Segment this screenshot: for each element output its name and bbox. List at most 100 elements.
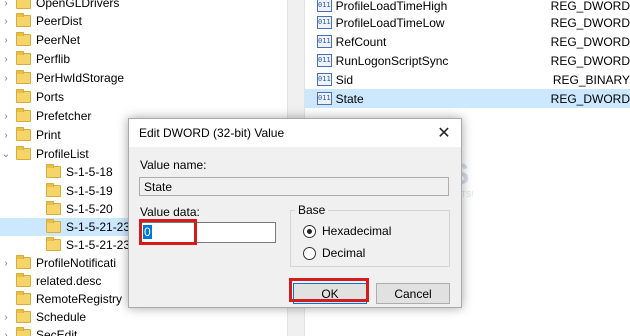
chevron-right-icon[interactable]: ›: [0, 31, 12, 49]
value-row[interactable]: 011 RefCount REG_DWORD: [305, 32, 630, 51]
folder-icon: [16, 291, 31, 305]
tree-item[interactable]: › SecEdit: [0, 326, 287, 336]
value-data-text: 0: [143, 225, 152, 239]
folder-icon: [46, 164, 61, 178]
tree-item-label: related.desc: [36, 274, 102, 288]
folder-icon: [16, 146, 31, 160]
value-name-label: Value name:: [140, 158, 207, 172]
folder-icon: [16, 70, 31, 84]
value-name: RunLogonScriptSync: [335, 53, 449, 68]
chevron-right-icon[interactable]: [0, 272, 12, 290]
tree-item-label: OpenGLDrivers: [36, 0, 120, 10]
value-row[interactable]: 011 RunLogonScriptSync REG_DWORD: [305, 51, 630, 70]
value-data-input[interactable]: 0: [140, 222, 276, 243]
value-type: REG_BINARY: [552, 72, 630, 87]
tree-item[interactable]: › PerHwIdStorage: [0, 69, 287, 87]
value-row[interactable]: 011 State REG_DWORD: [305, 89, 630, 108]
tree-item-label: Print: [36, 128, 61, 142]
value-data-label: Value data:: [140, 205, 200, 219]
chevron-right-icon[interactable]: ›: [0, 326, 12, 336]
value-name-text: State: [144, 180, 173, 194]
tree-item-label: SecEdit: [36, 328, 78, 336]
folder-icon: [46, 219, 61, 233]
tree-item[interactable]: › Perflib: [0, 50, 287, 68]
chevron-right-icon[interactable]: ›: [0, 50, 12, 68]
tree-item[interactable]: › PeerNet: [0, 31, 287, 49]
hexadecimal-radio[interactable]: [303, 225, 316, 238]
decimal-label[interactable]: Decimal: [322, 246, 365, 260]
chevron-down-icon[interactable]: ⌄: [0, 145, 12, 163]
value-name-field: State: [139, 177, 449, 196]
base-label: Base: [295, 203, 329, 217]
value-row[interactable]: 011 ProfileLoadTimeLow REG_DWORD: [305, 13, 630, 32]
tree-item-label: S-1-5-20: [66, 202, 113, 216]
value-type: REG_DWORD: [550, 15, 630, 30]
tree-item-label: PeerDist: [36, 14, 83, 28]
tree-item-label: ProfileNotificati: [36, 256, 117, 270]
chevron-right-icon[interactable]: ›: [0, 308, 12, 326]
folder-icon: [16, 327, 31, 336]
tree-item-label: Schedule: [36, 310, 87, 324]
chevron-right-icon[interactable]: ›: [0, 0, 12, 12]
value-type: REG_DWORD: [550, 91, 630, 106]
tree-item-label: S-1-5-18: [66, 165, 113, 179]
folder-icon: [16, 273, 31, 287]
tree-item-label: S-1-5-21-23: [66, 238, 131, 252]
close-button[interactable]: ✕: [427, 119, 461, 147]
folder-icon: [16, 255, 31, 269]
folder-icon: [16, 127, 31, 141]
tree-item-label: S-1-5-21-23: [66, 220, 131, 234]
folder-icon: [16, 0, 31, 9]
dialog-titlebar[interactable]: Edit DWORD (32-bit) Value ✕: [129, 119, 461, 147]
value-name: RefCount: [335, 34, 387, 49]
chevron-right-icon[interactable]: ›: [0, 126, 12, 144]
value-name: ProfileLoadTimeLow: [335, 15, 445, 30]
value-row[interactable]: 011 Sid REG_BINARY: [305, 70, 630, 89]
ok-button[interactable]: OK: [293, 283, 367, 304]
base-groupbox: [290, 210, 450, 267]
tree-item[interactable]: Ports: [0, 88, 287, 106]
tree-item-label: PerHwIdStorage: [36, 71, 125, 85]
binary-value-icon: 011: [317, 92, 332, 105]
chevron-right-icon[interactable]: ›: [0, 69, 12, 87]
folder-icon: [46, 237, 61, 251]
edit-dword-dialog: Edit DWORD (32-bit) Value ✕ Value name: …: [128, 118, 462, 308]
tree-item-label: S-1-5-19: [66, 184, 113, 198]
value-type: REG_DWORD: [550, 0, 630, 13]
chevron-right-icon[interactable]: ›: [0, 12, 12, 30]
value-name: Sid: [335, 72, 354, 87]
folder-icon: [16, 13, 31, 27]
dialog-title: Edit DWORD (32-bit) Value: [139, 126, 285, 140]
tree-item[interactable]: › PeerDist: [0, 12, 287, 30]
tree-item-label: PeerNet: [36, 33, 81, 47]
hexadecimal-label[interactable]: Hexadecimal: [322, 224, 391, 238]
value-name: State: [335, 91, 364, 106]
folder-icon: [16, 32, 31, 46]
chevron-right-icon[interactable]: ›: [0, 254, 12, 272]
folder-icon: [46, 201, 61, 215]
folder-icon: [16, 89, 31, 103]
value-type: REG_DWORD: [550, 53, 630, 68]
binary-value-icon: 011: [317, 73, 332, 86]
tree-item-label: Ports: [36, 90, 65, 104]
cancel-button[interactable]: Cancel: [376, 283, 450, 304]
folder-icon: [16, 309, 31, 323]
chevron-right-icon[interactable]: ›: [0, 107, 12, 125]
tree-item-label: RemoteRegistry: [36, 292, 123, 306]
value-type: REG_DWORD: [550, 34, 630, 49]
binary-value-icon: 011: [317, 54, 332, 67]
tree-item[interactable]: › Schedule: [0, 308, 287, 326]
binary-value-icon: 011: [317, 16, 332, 29]
folder-icon: [16, 51, 31, 65]
tree-item[interactable]: › OpenGLDrivers: [0, 0, 287, 12]
binary-value-icon: 011: [317, 35, 332, 48]
chevron-right-icon[interactable]: [0, 88, 12, 106]
tree-item-label: Prefetcher: [36, 109, 92, 123]
folder-icon: [46, 183, 61, 197]
tree-item-label: Perflib: [36, 52, 71, 66]
decimal-radio[interactable]: [303, 247, 316, 260]
close-icon: ✕: [437, 125, 451, 142]
chevron-right-icon[interactable]: [0, 290, 12, 308]
folder-icon: [16, 108, 31, 122]
value-name: ProfileLoadTimeHigh: [335, 0, 448, 13]
